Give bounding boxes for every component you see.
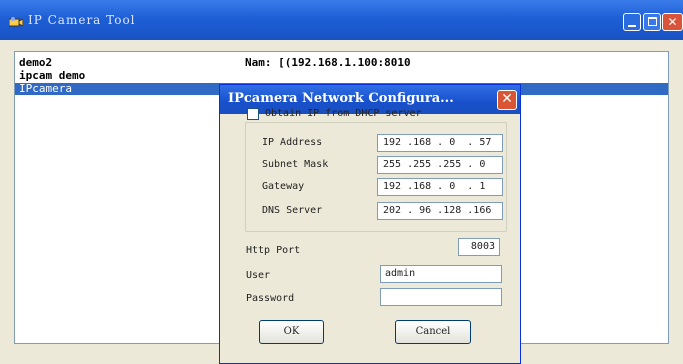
maximize-icon bbox=[648, 17, 657, 26]
maximize-button[interactable] bbox=[643, 13, 661, 31]
user-label: User bbox=[246, 270, 271, 281]
camera-row-demo2[interactable]: demo2 Nam: [(192.168.1.100:8010 bbox=[15, 57, 668, 69]
dhcp-label: Obtain IP from DHCP server bbox=[265, 108, 422, 119]
minimize-button[interactable] bbox=[623, 13, 641, 31]
ok-button[interactable]: OK bbox=[259, 320, 324, 344]
gateway-label: Gateway bbox=[262, 181, 305, 192]
dialog-close-button[interactable]: ✕ bbox=[497, 90, 517, 110]
ip-address-input[interactable]: 192 .168 . 0 . 57 bbox=[377, 134, 503, 152]
dns-server-label: DNS Server bbox=[262, 205, 323, 216]
camera-info: Nam: [(192.168.1.100:8010 bbox=[245, 56, 411, 69]
subnet-mask-label: Subnet Mask bbox=[262, 159, 329, 170]
camera-name: demo2 bbox=[19, 56, 53, 69]
close-icon: ✕ bbox=[501, 91, 513, 107]
camera-row-ipcam-demo[interactable]: ipcam demo bbox=[15, 70, 668, 82]
dialog-title: IPcamera Network Configura... bbox=[228, 91, 454, 106]
password-label: Password bbox=[246, 293, 295, 304]
window-close-button[interactable]: ✕ bbox=[662, 13, 683, 31]
camera-name: ipcam demo bbox=[19, 69, 86, 82]
camera-app-icon bbox=[9, 17, 23, 27]
gateway-input[interactable]: 192 .168 . 0 . 1 bbox=[377, 178, 503, 196]
window-title: IP Camera Tool bbox=[28, 13, 136, 27]
user-input[interactable]: admin bbox=[380, 265, 502, 283]
subnet-mask-input[interactable]: 255 .255 .255 . 0 bbox=[377, 156, 503, 174]
minimize-icon bbox=[628, 25, 636, 27]
http-port-label: Http Port bbox=[246, 245, 301, 256]
password-input[interactable] bbox=[380, 288, 502, 306]
http-port-input[interactable]: 8003 bbox=[458, 238, 500, 256]
camera-name: IPcamera bbox=[19, 82, 72, 95]
cancel-button[interactable]: Cancel bbox=[395, 320, 471, 344]
ip-address-label: IP Address bbox=[262, 137, 323, 148]
close-icon: ✕ bbox=[667, 15, 678, 29]
dns-server-input[interactable]: 202 . 96 .128 .166 bbox=[377, 202, 503, 220]
dhcp-checkbox[interactable] bbox=[247, 108, 259, 120]
main-titlebar[interactable]: IP Camera Tool ✕ bbox=[0, 0, 683, 40]
